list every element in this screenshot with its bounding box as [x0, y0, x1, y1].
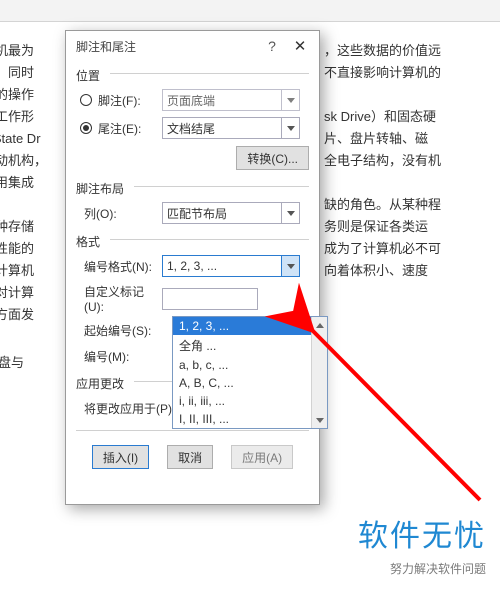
scroll-up-icon[interactable] [312, 317, 328, 333]
watermark: 软件无忧 努力解决软件问题 [358, 511, 486, 577]
columns-combo[interactable]: 匹配节布局 [162, 202, 300, 224]
number-format-combo[interactable]: 1, 2, 3, ... [162, 255, 300, 277]
insert-button[interactable]: 插入(I) [92, 445, 149, 469]
number-format-listbox[interactable]: 1, 2, 3, ... 全角 ... a, b, c, ... A, B, C… [172, 316, 328, 429]
watermark-title: 软件无忧 [358, 511, 486, 555]
convert-button[interactable]: 转换(C)... [236, 146, 309, 170]
cancel-button[interactable]: 取消 [167, 445, 213, 469]
columns-label: 列(O): [84, 205, 117, 222]
scroll-down-icon[interactable] [312, 412, 328, 428]
background-text-right: ，这些数据的价值远 不直接影响计算机的 sk Drive）和固态硬 片、盘片转轴… [324, 40, 441, 282]
footnote-endnote-dialog: 脚注和尾注 ? ✕ 位置 脚注(F): 页面底端 尾注(E): 文档结尾 [65, 30, 320, 505]
section-format-title: 格式 [66, 227, 110, 252]
dialog-title: 脚注和尾注 [76, 38, 259, 55]
apply-button[interactable]: 应用(A) [231, 445, 293, 469]
list-item[interactable]: I, II, III, ... [173, 410, 327, 428]
endnote-label: 尾注(E): [98, 120, 141, 137]
start-at-label: 起始编号(S): [84, 322, 151, 339]
footnote-location-combo[interactable]: 页面底端 [162, 89, 300, 111]
endnote-location-value: 文档结尾 [167, 120, 215, 137]
number-format-label: 编号格式(N): [84, 258, 152, 275]
columns-value: 匹配节布局 [167, 205, 227, 222]
list-item[interactable]: a, b, c, ... [173, 356, 327, 374]
ribbon-strip [0, 0, 500, 22]
endnote-location-combo[interactable]: 文档结尾 [162, 117, 300, 139]
chevron-down-icon [281, 118, 299, 138]
list-item[interactable]: 1, 2, 3, ... [173, 317, 327, 335]
section-layout-title: 脚注布局 [66, 174, 134, 199]
endnote-radio[interactable] [80, 122, 92, 134]
custom-mark-label: 自定义标记(U): [84, 283, 162, 314]
help-icon[interactable]: ? [259, 38, 285, 54]
footnote-label: 脚注(F): [98, 92, 141, 109]
background-text-left: 算机最为 身，同时 户的操作 其工作形 d State Dr 驱动机构， 采用集… [0, 40, 47, 326]
custom-mark-input[interactable] [162, 288, 258, 310]
section-apply-title: 应用更改 [66, 369, 134, 394]
list-item[interactable]: A, B, C, ... [173, 374, 327, 392]
listbox-scrollbar[interactable] [311, 317, 327, 428]
numbering-label: 编号(M): [84, 348, 129, 365]
chevron-down-icon [281, 256, 299, 276]
chevron-down-icon [281, 90, 299, 110]
footnote-radio[interactable] [80, 94, 92, 106]
number-format-value: 1, 2, 3, ... [167, 259, 217, 273]
titlebar: 脚注和尾注 ? ✕ [66, 31, 319, 61]
chevron-down-icon [281, 203, 299, 223]
footnote-location-value: 页面底端 [167, 92, 215, 109]
section-position-title: 位置 [66, 61, 110, 86]
close-icon[interactable]: ✕ [285, 37, 315, 55]
apply-to-label: 将更改应用于(P): [84, 400, 175, 417]
list-item[interactable]: 全角 ... [173, 335, 327, 356]
watermark-subtitle: 努力解决软件问题 [358, 560, 486, 577]
list-item[interactable]: i, ii, iii, ... [173, 392, 327, 410]
